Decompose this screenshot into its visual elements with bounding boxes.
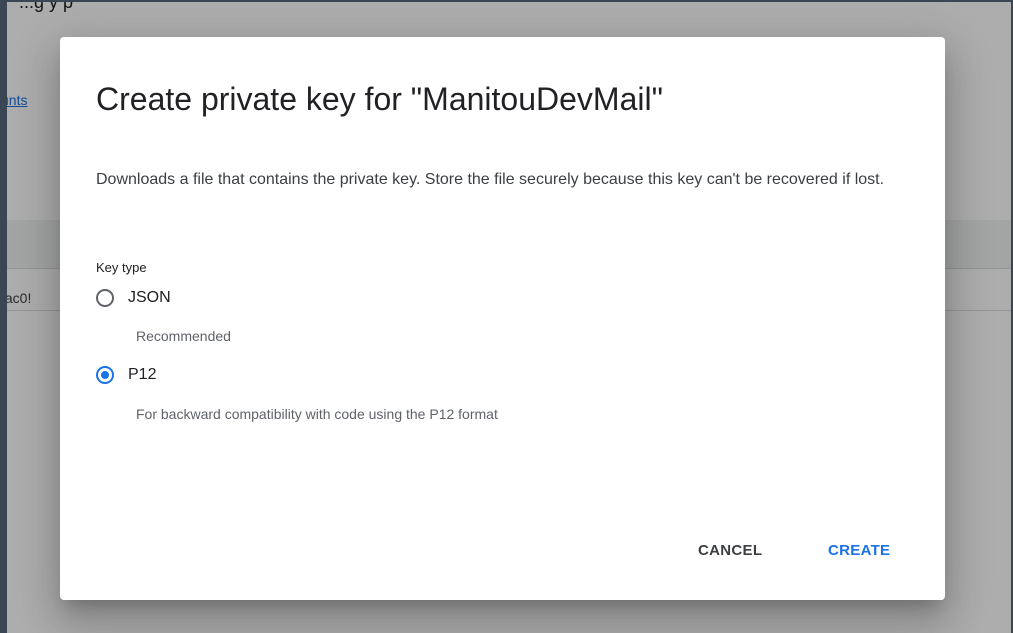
window-left-edge bbox=[0, 0, 7, 633]
radio-option-p12[interactable]: P12 bbox=[96, 366, 156, 384]
radio-option-json[interactable]: JSON bbox=[96, 289, 171, 307]
radio-hint-json: Recommended bbox=[136, 328, 231, 344]
create-private-key-dialog: Create private key for "ManitouDevMail" … bbox=[60, 37, 945, 600]
screen: ...g y p unts fac0! Create private key f… bbox=[0, 0, 1013, 633]
dialog-description: Downloads a file that contains the priva… bbox=[96, 171, 885, 188]
radio-label-p12: P12 bbox=[128, 366, 157, 383]
radio-hint-p12: For backward compatibility with code usi… bbox=[136, 406, 498, 422]
radio-label-json: JSON bbox=[128, 289, 171, 306]
key-type-label: Key type bbox=[96, 260, 147, 275]
create-button[interactable]: CREATE bbox=[816, 534, 902, 567]
radio-checked-icon[interactable] bbox=[96, 366, 114, 384]
dialog-title: Create private key for "ManitouDevMail" bbox=[96, 81, 663, 117]
cancel-button[interactable]: CANCEL bbox=[686, 534, 774, 567]
radio-unchecked-icon[interactable] bbox=[96, 289, 114, 307]
